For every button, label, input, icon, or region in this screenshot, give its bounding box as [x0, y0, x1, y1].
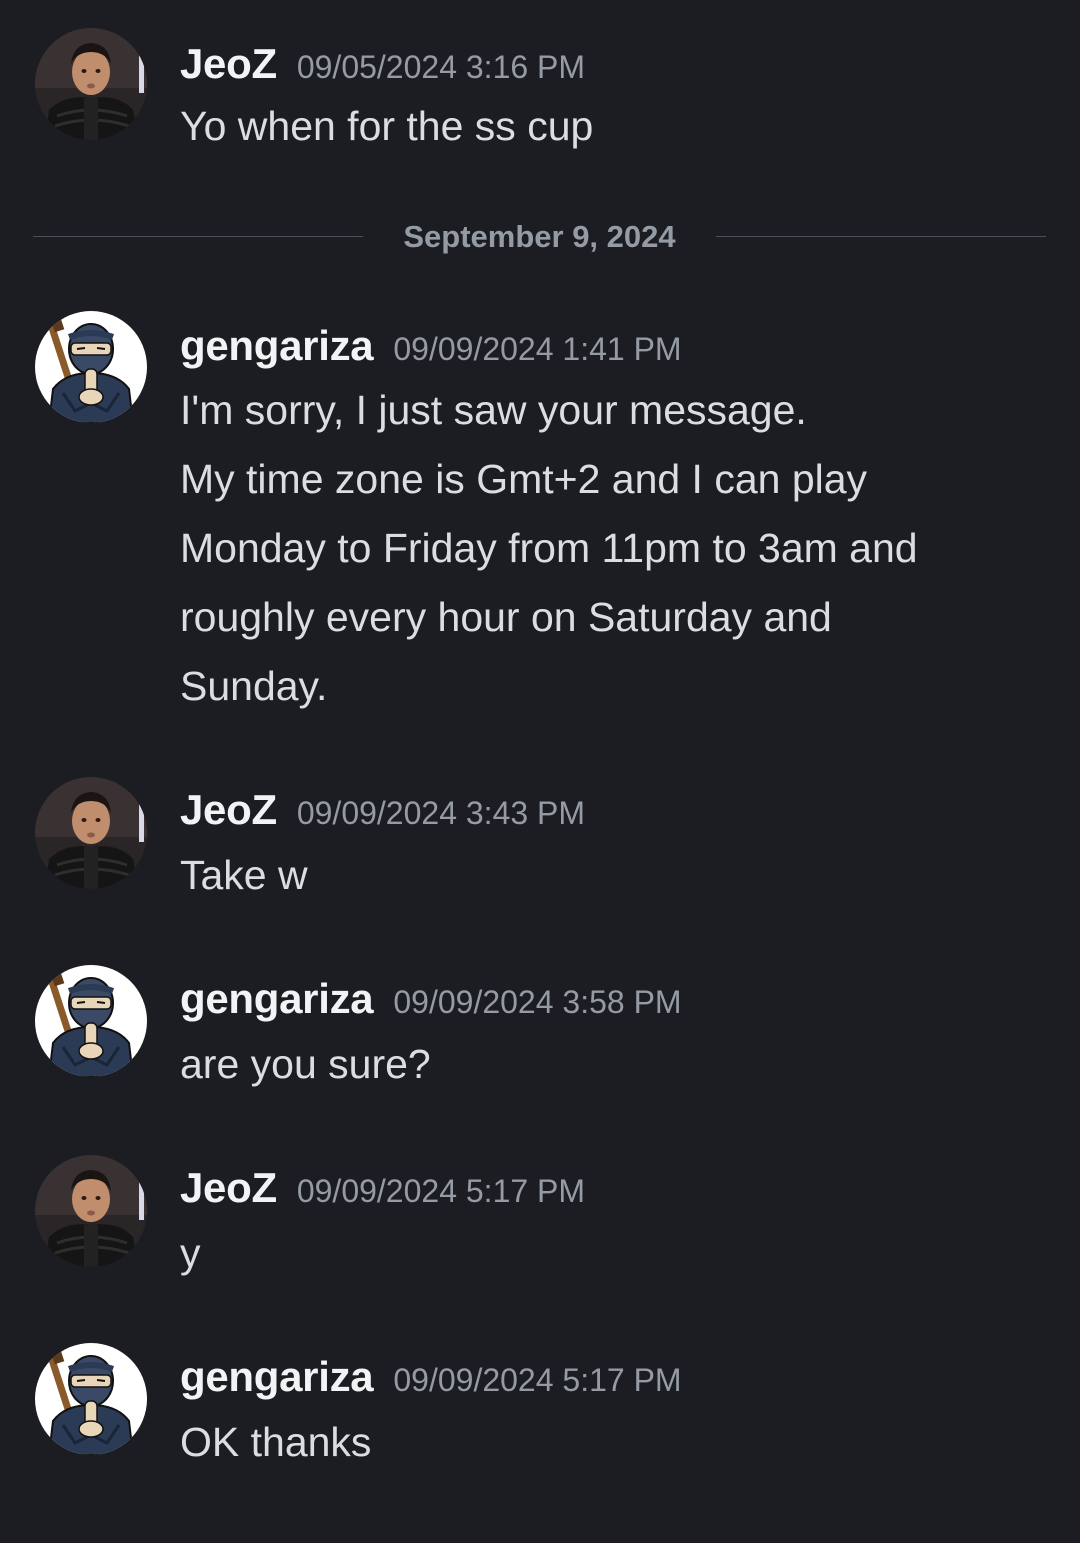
ninja-avatar-icon: [35, 1343, 147, 1455]
user-avatar[interactable]: [35, 311, 147, 423]
message-content: OK thanks: [180, 1408, 1040, 1477]
ninja-avatar-icon: [35, 311, 147, 423]
user-avatar[interactable]: [35, 965, 147, 1077]
message-content: Yo when for the ss cup: [180, 92, 1040, 161]
message-line: My time zone is Gmt+2 and I can play: [180, 456, 868, 502]
date-divider: September 9, 2024: [33, 217, 1046, 257]
divider-line: [716, 236, 1046, 237]
message-line: Yo when for the ss cup: [180, 103, 594, 149]
message-content: Take w: [180, 841, 1040, 910]
username[interactable]: gengariza: [180, 1353, 374, 1400]
photo-avatar-icon: [35, 777, 147, 889]
user-avatar[interactable]: [35, 1155, 147, 1267]
timestamp: 09/09/2024 3:43 PM: [296, 795, 586, 831]
user-avatar[interactable]: [35, 777, 147, 889]
username[interactable]: JeoZ: [180, 40, 277, 87]
ninja-avatar-icon: [35, 965, 147, 1077]
message-line: y: [180, 1230, 201, 1276]
username[interactable]: JeoZ: [180, 786, 277, 833]
photo-avatar-icon: [35, 28, 147, 140]
username[interactable]: gengariza: [180, 322, 374, 369]
message-content: are you sure?: [180, 1030, 1040, 1099]
message-line: Take w: [180, 852, 308, 898]
user-avatar[interactable]: [35, 28, 147, 140]
message-line: OK thanks: [180, 1419, 372, 1465]
timestamp: 09/05/2024 3:16 PM: [296, 49, 586, 85]
timestamp: 09/09/2024 5:17 PM: [296, 1173, 586, 1209]
timestamp: 09/09/2024 5:17 PM: [393, 1362, 682, 1398]
message-line: roughly every hour on Saturday and: [180, 594, 832, 640]
username[interactable]: gengariza: [180, 975, 374, 1022]
photo-avatar-icon: [35, 1155, 147, 1267]
message-line: Sunday.: [180, 663, 328, 709]
message-line: Monday to Friday from 11pm to 3am and: [180, 525, 918, 571]
user-avatar[interactable]: [35, 1343, 147, 1455]
message-content: y: [180, 1219, 1040, 1288]
divider-date-label: September 9, 2024: [403, 219, 676, 254]
message-line: I'm sorry, I just saw your message.: [180, 387, 807, 433]
username[interactable]: JeoZ: [180, 1164, 277, 1211]
message-content: I'm sorry, I just saw your message. My t…: [180, 376, 1040, 721]
message-line: are you sure?: [180, 1041, 431, 1087]
timestamp: 09/09/2024 1:41 PM: [393, 331, 682, 367]
timestamp: 09/09/2024 3:58 PM: [393, 984, 682, 1020]
